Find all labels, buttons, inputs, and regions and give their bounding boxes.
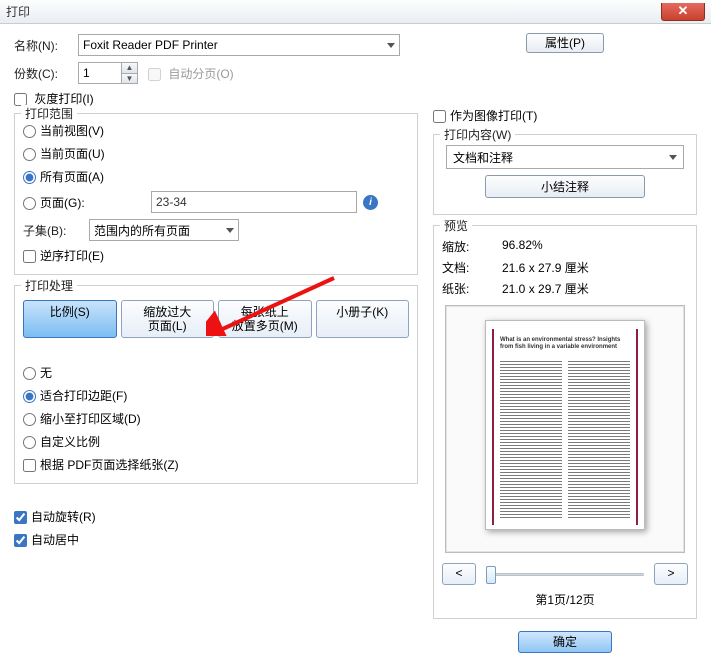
custom-scale-radio[interactable]: 自定义比例 (23, 433, 100, 450)
auto-rotate-checkbox[interactable]: 自动旋转(R) (14, 508, 96, 525)
print-handling-legend: 打印处理 (21, 277, 77, 294)
all-pages-radio[interactable]: 所有页面(A) (23, 168, 104, 185)
preview-canvas: What is an environmental stress? Insight… (445, 305, 685, 553)
right-column: 属性(P) 作为图像打印(T) 打印内容(W) 文档和注释 小结注释 预览 缩放… (433, 34, 697, 650)
chevron-down-icon (226, 228, 234, 233)
print-handling-group: 打印处理 比例(S) 缩放过大 页面(L) 每张纸上 放置多页(M) 小册子(K… (14, 285, 418, 484)
preview-legend: 预览 (440, 217, 472, 234)
preview-group: 预览 缩放: 96.82% 文档: 21.6 x 27.9 厘米 纸张: 21.… (433, 225, 697, 619)
doc-label: 文档: (442, 259, 502, 276)
print-content-select[interactable]: 文档和注释 (446, 145, 684, 169)
slider-thumb[interactable] (486, 566, 496, 584)
print-range-group: 打印范围 当前视图(V) 当前页面(U) 所有页面(A) 页面(G): i 子集… (14, 113, 418, 275)
next-page-button[interactable]: > (654, 563, 688, 585)
doc-size-value: 21.6 x 27.9 厘米 (502, 259, 688, 276)
spin-down-icon[interactable]: ▼ (121, 74, 137, 84)
auto-center-checkbox[interactable]: 自动居中 (14, 531, 79, 548)
summarize-button[interactable]: 小结注释 (485, 175, 645, 198)
collate-checkbox: 自动分页(O) (148, 65, 234, 82)
grayscale-label: 灰度打印(I) (34, 92, 93, 106)
copies-spinner[interactable]: ▲ ▼ (78, 62, 138, 84)
current-page-radio[interactable]: 当前页面(U) (23, 145, 105, 162)
collate-input (148, 68, 161, 81)
info-icon[interactable]: i (363, 195, 378, 210)
pages-radio[interactable]: 页面(G): (23, 194, 151, 211)
print-range-legend: 打印范围 (21, 105, 77, 122)
fit-margins-radio[interactable]: 适合打印边距(F) (23, 387, 127, 404)
chevron-down-icon (669, 155, 677, 160)
booklet-tab[interactable]: 小册子(K) (316, 300, 410, 338)
title-bar: 打印 ✕ (0, 0, 711, 24)
chevron-down-icon (387, 43, 395, 48)
printer-name-label: 名称(N): (14, 37, 78, 54)
shrink-radio[interactable]: 缩小至打印区域(D) (23, 410, 141, 427)
none-radio[interactable]: 无 (23, 364, 52, 381)
close-button[interactable]: ✕ (661, 3, 705, 21)
current-view-radio[interactable]: 当前视图(V) (23, 122, 104, 139)
window-title: 打印 (6, 3, 30, 20)
reverse-checkbox[interactable]: 逆序打印(E) (23, 247, 104, 264)
print-content-legend: 打印内容(W) (440, 126, 515, 143)
subset-label: 子集(B): (23, 222, 89, 239)
zoom-label: 缩放: (442, 238, 502, 255)
printer-select[interactable]: Foxit Reader PDF Printer (78, 34, 400, 56)
collate-label: 自动分页(O) (168, 67, 233, 81)
subset-select[interactable]: 范围内的所有页面 (89, 219, 239, 241)
scale-tab[interactable]: 比例(S) (23, 300, 117, 338)
print-content-group: 打印内容(W) 文档和注释 小结注释 (433, 134, 697, 215)
print-as-image-checkbox[interactable]: 作为图像打印(T) (433, 109, 537, 123)
ok-button[interactable]: 确定 (518, 631, 612, 653)
pager-label: 第1页/12页 (442, 591, 688, 608)
multiple-tab[interactable]: 每张纸上 放置多页(M) (218, 300, 312, 338)
pdf-page-size-checkbox[interactable]: 根据 PDF页面选择纸张(Z) (23, 456, 179, 473)
left-column: 名称(N): Foxit Reader PDF Printer 份数(C): ▲… (14, 34, 418, 554)
copies-input[interactable] (79, 63, 121, 83)
copies-label: 份数(C): (14, 65, 78, 82)
zoom-value: 96.82% (502, 238, 688, 255)
paper-size-value: 21.0 x 29.7 厘米 (502, 280, 688, 297)
properties-button[interactable]: 属性(P) (526, 33, 604, 53)
fit-tab[interactable]: 缩放过大 页面(L) (121, 300, 215, 338)
printer-selected-value: Foxit Reader PDF Printer (83, 38, 218, 52)
doc-title: What is an environmental stress? Insight… (500, 337, 630, 351)
page-slider[interactable] (486, 564, 644, 584)
pages-input[interactable] (151, 191, 357, 213)
paper-label: 纸张: (442, 280, 502, 297)
spin-up-icon[interactable]: ▲ (121, 63, 137, 74)
prev-page-button[interactable]: < (442, 563, 476, 585)
document-thumbnail: What is an environmental stress? Insight… (485, 320, 645, 530)
